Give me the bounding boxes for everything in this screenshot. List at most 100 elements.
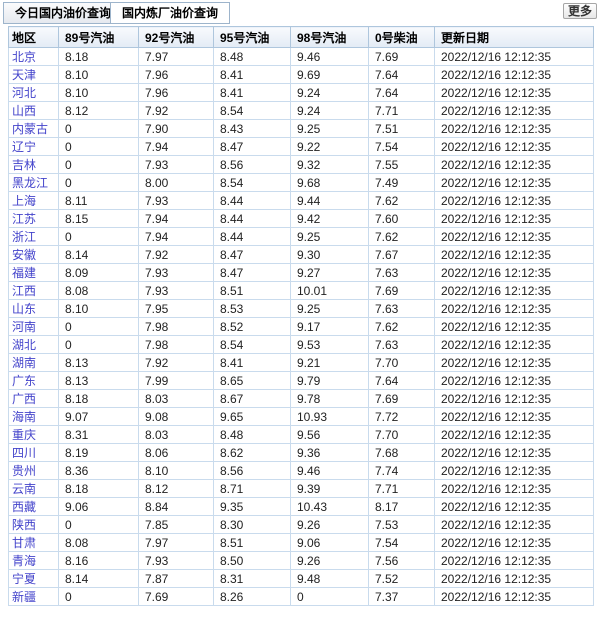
region-link[interactable]: 天津 — [12, 68, 36, 82]
region-link[interactable]: 江苏 — [12, 212, 36, 226]
price-98-cell: 9.26 — [291, 552, 369, 570]
region-cell: 陕西 — [9, 516, 59, 534]
tab-domestic-refinery-oil-price[interactable]: 国内炼厂油价查询 — [110, 2, 230, 24]
price-92-cell: 7.93 — [139, 264, 214, 282]
price-diesel-cell: 7.69 — [369, 48, 435, 66]
price-92-cell: 8.00 — [139, 174, 214, 192]
region-link[interactable]: 辽宁 — [12, 140, 36, 154]
region-cell: 湖北 — [9, 336, 59, 354]
region-link[interactable]: 宁夏 — [12, 572, 36, 586]
column-header-update-date: 更新日期 — [435, 27, 594, 48]
region-link[interactable]: 新疆 — [12, 590, 36, 604]
region-cell: 重庆 — [9, 426, 59, 444]
update-date-cell: 2022/12/16 12:12:35 — [435, 552, 594, 570]
table-row: 江西 8.08 7.93 8.51 10.01 7.69 2022/12/16 … — [9, 282, 594, 300]
price-92-cell: 7.93 — [139, 192, 214, 210]
price-95-cell: 8.71 — [214, 480, 291, 498]
region-cell: 天津 — [9, 66, 59, 84]
price-98-cell: 9.53 — [291, 336, 369, 354]
price-95-cell: 8.51 — [214, 282, 291, 300]
table-row: 黑龙江 0 8.00 8.54 9.68 7.49 2022/12/16 12:… — [9, 174, 594, 192]
region-link[interactable]: 北京 — [12, 50, 36, 64]
region-link[interactable]: 内蒙古 — [12, 122, 48, 136]
price-diesel-cell: 7.49 — [369, 174, 435, 192]
region-link[interactable]: 福建 — [12, 266, 36, 280]
price-diesel-cell: 7.64 — [369, 84, 435, 102]
column-header-gasoline-92: 92号汽油 — [139, 27, 214, 48]
price-diesel-cell: 7.69 — [369, 390, 435, 408]
table-row: 天津 8.10 7.96 8.41 9.69 7.64 2022/12/16 1… — [9, 66, 594, 84]
region-link[interactable]: 广东 — [12, 374, 36, 388]
region-cell: 黑龙江 — [9, 174, 59, 192]
region-link[interactable]: 吉林 — [12, 158, 36, 172]
price-95-cell: 8.53 — [214, 300, 291, 318]
price-92-cell: 8.12 — [139, 480, 214, 498]
region-link[interactable]: 山东 — [12, 302, 36, 316]
price-89-cell: 0 — [59, 138, 139, 156]
table-row: 甘肃 8.08 7.97 8.51 9.06 7.54 2022/12/16 1… — [9, 534, 594, 552]
table-row: 上海 8.11 7.93 8.44 9.44 7.62 2022/12/16 1… — [9, 192, 594, 210]
region-link[interactable]: 安徽 — [12, 248, 36, 262]
price-diesel-cell: 7.74 — [369, 462, 435, 480]
price-98-cell: 9.42 — [291, 210, 369, 228]
price-95-cell: 8.54 — [214, 174, 291, 192]
price-diesel-cell: 7.63 — [369, 264, 435, 282]
update-date-cell: 2022/12/16 12:12:35 — [435, 444, 594, 462]
price-95-cell: 8.43 — [214, 120, 291, 138]
price-92-cell: 7.94 — [139, 228, 214, 246]
table-row: 广西 8.18 8.03 8.67 9.78 7.69 2022/12/16 1… — [9, 390, 594, 408]
price-diesel-cell: 7.53 — [369, 516, 435, 534]
price-98-cell: 9.48 — [291, 570, 369, 588]
region-link[interactable]: 陕西 — [12, 518, 36, 532]
price-92-cell: 8.10 — [139, 462, 214, 480]
update-date-cell: 2022/12/16 12:12:35 — [435, 498, 594, 516]
price-diesel-cell: 7.69 — [369, 282, 435, 300]
region-cell: 吉林 — [9, 156, 59, 174]
table-row: 重庆 8.31 8.03 8.48 9.56 7.70 2022/12/16 1… — [9, 426, 594, 444]
region-link[interactable]: 重庆 — [12, 428, 36, 442]
price-89-cell: 8.13 — [59, 354, 139, 372]
price-98-cell: 9.25 — [291, 300, 369, 318]
region-link[interactable]: 湖北 — [12, 338, 36, 352]
price-92-cell: 7.87 — [139, 570, 214, 588]
region-link[interactable]: 西藏 — [12, 500, 36, 514]
region-link[interactable]: 甘肃 — [12, 536, 36, 550]
update-date-cell: 2022/12/16 12:12:35 — [435, 408, 594, 426]
price-diesel-cell: 7.52 — [369, 570, 435, 588]
price-95-cell: 8.56 — [214, 156, 291, 174]
update-date-cell: 2022/12/16 12:12:35 — [435, 264, 594, 282]
region-cell: 河北 — [9, 84, 59, 102]
region-link[interactable]: 河北 — [12, 86, 36, 100]
region-link[interactable]: 青海 — [12, 554, 36, 568]
region-link[interactable]: 河南 — [12, 320, 36, 334]
price-95-cell: 8.44 — [214, 228, 291, 246]
table-row: 吉林 0 7.93 8.56 9.32 7.55 2022/12/16 12:1… — [9, 156, 594, 174]
price-diesel-cell: 7.64 — [369, 372, 435, 390]
region-link[interactable]: 浙江 — [12, 230, 36, 244]
tab-today-domestic-oil-price[interactable]: 今日国内油价查询 — [3, 2, 123, 24]
price-92-cell: 7.93 — [139, 282, 214, 300]
region-link[interactable]: 云南 — [12, 482, 36, 496]
table-body: 北京 8.18 7.97 8.48 9.46 7.69 2022/12/16 1… — [9, 48, 594, 606]
price-92-cell: 7.97 — [139, 48, 214, 66]
region-link[interactable]: 湖南 — [12, 356, 36, 370]
region-link[interactable]: 上海 — [12, 194, 36, 208]
region-link[interactable]: 江西 — [12, 284, 36, 298]
more-button[interactable]: 更多 — [563, 3, 597, 19]
update-date-cell: 2022/12/16 12:12:35 — [435, 570, 594, 588]
region-link[interactable]: 贵州 — [12, 464, 36, 478]
update-date-cell: 2022/12/16 12:12:35 — [435, 390, 594, 408]
price-diesel-cell: 7.62 — [369, 228, 435, 246]
price-92-cell: 7.93 — [139, 552, 214, 570]
price-95-cell: 9.65 — [214, 408, 291, 426]
region-link[interactable]: 广西 — [12, 392, 36, 406]
price-89-cell: 8.09 — [59, 264, 139, 282]
region-link[interactable]: 黑龙江 — [12, 176, 48, 190]
update-date-cell: 2022/12/16 12:12:35 — [435, 300, 594, 318]
price-diesel-cell: 7.37 — [369, 588, 435, 606]
price-98-cell: 10.43 — [291, 498, 369, 516]
region-link[interactable]: 山西 — [12, 104, 36, 118]
region-link[interactable]: 四川 — [12, 446, 36, 460]
table-row: 山东 8.10 7.95 8.53 9.25 7.63 2022/12/16 1… — [9, 300, 594, 318]
region-link[interactable]: 海南 — [12, 410, 36, 424]
